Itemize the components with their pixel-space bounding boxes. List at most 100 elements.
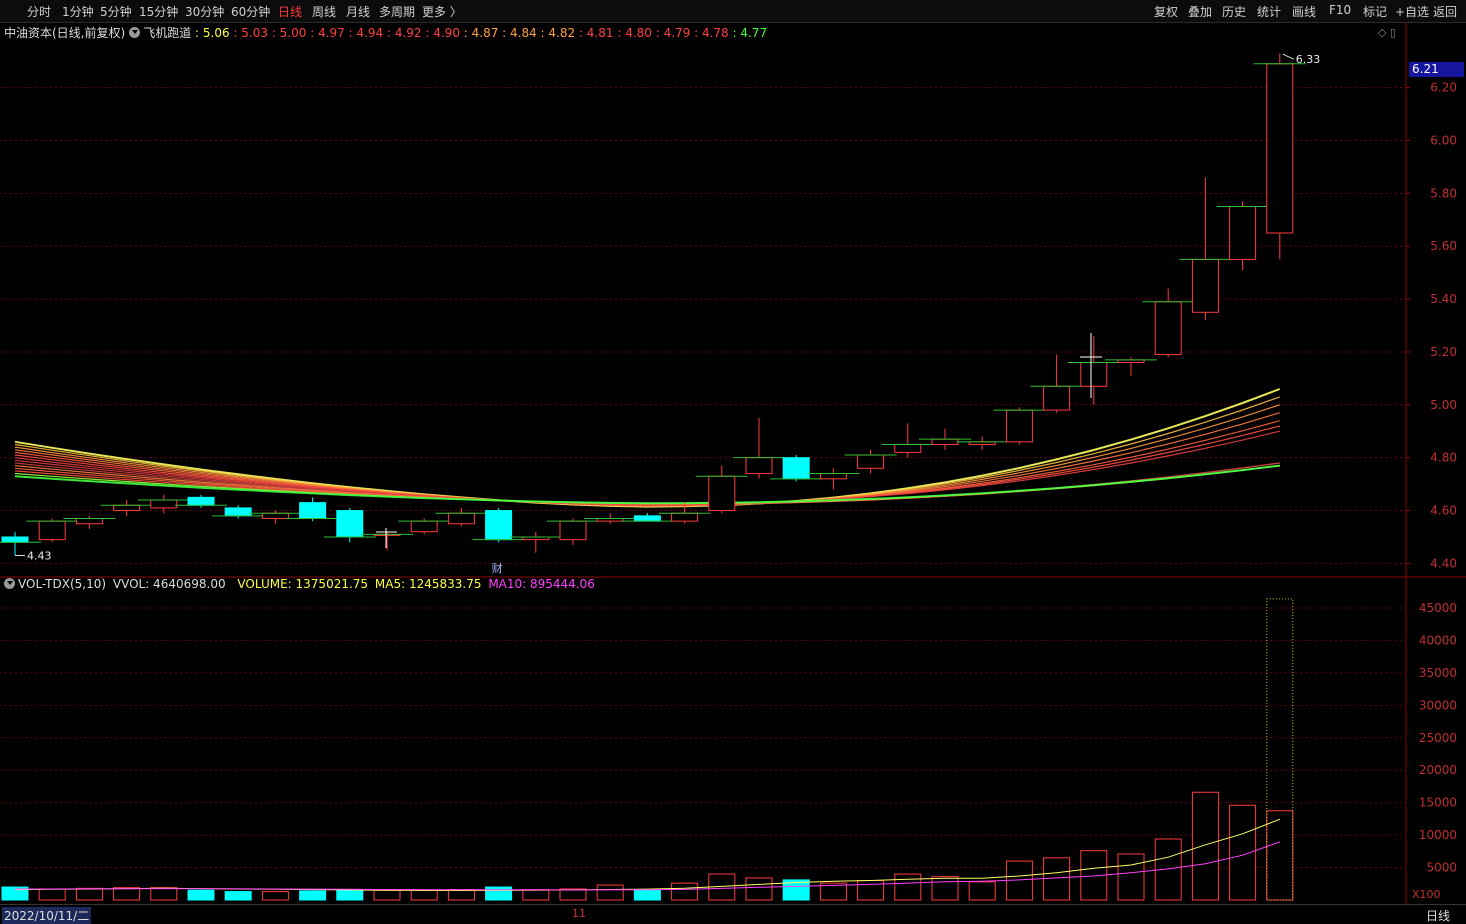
period-60min[interactable]: 60分钟 bbox=[231, 3, 270, 20]
indicator-value: : 4.84 bbox=[498, 26, 537, 40]
candle-body bbox=[38, 520, 66, 541]
tool-history[interactable]: 历史 bbox=[1222, 3, 1246, 20]
tool-stats[interactable]: 统计 bbox=[1257, 3, 1281, 20]
volume-bar bbox=[522, 889, 550, 901]
candle-body bbox=[1154, 301, 1182, 356]
indicator-value: : 4.80 bbox=[613, 26, 652, 40]
volume-unit-label: X100 bbox=[1412, 888, 1441, 901]
volume-bar bbox=[447, 889, 475, 901]
vol-indicator-name[interactable]: VOL-TDX(5,10) bbox=[18, 577, 106, 591]
indicator-name[interactable]: 飞机跑道 bbox=[143, 26, 191, 40]
time-axis: 2022/10/11/二 11 日线 bbox=[0, 904, 1466, 924]
candle-body bbox=[224, 507, 252, 517]
vvol-value: VVOL: 4640698.00 bbox=[112, 577, 226, 591]
tool-draw[interactable]: 画线 bbox=[1292, 3, 1316, 20]
period-30min[interactable]: 30分钟 bbox=[185, 3, 224, 20]
price-tick-label: 4.40 bbox=[1430, 556, 1457, 570]
period-15min[interactable]: 15分钟 bbox=[139, 3, 178, 20]
period-monthly[interactable]: 月线 bbox=[346, 3, 370, 20]
volume-bar bbox=[745, 877, 773, 901]
volume-bar bbox=[485, 886, 513, 901]
candle-body bbox=[1191, 258, 1219, 313]
volume-bar bbox=[113, 887, 141, 901]
volume-tick-label: 20000 bbox=[1419, 763, 1457, 777]
period-1min[interactable]: 1分钟 bbox=[62, 3, 94, 20]
diamond-icon[interactable]: ◇ bbox=[1378, 26, 1386, 39]
volume-bar bbox=[1266, 810, 1294, 901]
period-weekly[interactable]: 周线 bbox=[312, 3, 336, 20]
volume-bar bbox=[336, 889, 364, 901]
indicator-value: : 4.87 bbox=[459, 26, 499, 40]
candle-body bbox=[1043, 385, 1071, 411]
candle-body bbox=[410, 520, 438, 533]
candle-body bbox=[671, 512, 699, 522]
dropdown-icon[interactable] bbox=[4, 578, 15, 589]
candle-body bbox=[1266, 63, 1294, 234]
volume-bar bbox=[224, 891, 252, 901]
cursor-date: 2022/10/11/二 bbox=[2, 907, 92, 924]
candle-body bbox=[857, 454, 885, 469]
tool-back[interactable]: 返回 bbox=[1433, 3, 1457, 20]
tool-overlay[interactable]: 叠加 bbox=[1188, 3, 1212, 20]
tool-watchlist[interactable]: +自选 bbox=[1395, 3, 1429, 20]
indicator-value: : 4.77 bbox=[728, 26, 768, 40]
indicator-value: : 4.79 bbox=[651, 26, 691, 40]
tool-adjust[interactable]: 复权 bbox=[1154, 3, 1178, 20]
tool-f10[interactable]: F10 bbox=[1329, 3, 1351, 17]
indicator-value: : 4.92 bbox=[383, 26, 422, 40]
month-marker: 11 bbox=[572, 907, 586, 920]
candle-body bbox=[633, 515, 661, 522]
square-icon[interactable]: ▯ bbox=[1390, 26, 1396, 39]
price-legend: 中油资本(日线,前复权) 飞机跑道 : 5.06 : 5.03 : 5.00 : … bbox=[0, 24, 767, 40]
volume-bar bbox=[150, 887, 178, 901]
candle-body bbox=[1, 536, 29, 543]
panel-controls[interactable]: ◇ ▯ bbox=[1378, 26, 1396, 39]
candle-body bbox=[931, 438, 959, 445]
candle-body bbox=[559, 520, 587, 541]
volume-bar bbox=[931, 876, 959, 901]
period-more[interactable]: 更多 〉 bbox=[422, 3, 462, 20]
runway-band-line bbox=[14, 420, 1280, 507]
candle-body bbox=[782, 457, 810, 480]
period-toolbar: 分时 1分钟 5分钟 15分钟 30分钟 60分钟 日线 周线 月线 多周期 更… bbox=[0, 0, 1466, 23]
candle-body bbox=[299, 502, 327, 519]
period-intraday[interactable]: 分时 bbox=[27, 3, 51, 20]
price-tick-label: 4.60 bbox=[1430, 504, 1457, 518]
stock-title: 中油资本(日线,前复权) bbox=[4, 26, 126, 40]
volume-tick-label: 5000 bbox=[1426, 861, 1457, 875]
candle-body bbox=[1005, 409, 1033, 443]
volume-legend: VOL-TDX(5,10) VVOL: 4640698.00 VOLUME: 1… bbox=[0, 577, 595, 593]
volume-bar bbox=[38, 888, 66, 901]
indicator-value: : 4.78 bbox=[690, 26, 729, 40]
volume-bar bbox=[857, 880, 885, 901]
price-tick-label: 6.20 bbox=[1430, 81, 1457, 95]
candle-body bbox=[187, 496, 215, 506]
runway-band-line bbox=[14, 412, 1280, 507]
volume-bar bbox=[1191, 791, 1219, 901]
tool-mark[interactable]: 标记 bbox=[1363, 3, 1387, 20]
volume-bar bbox=[559, 888, 587, 901]
volume-bar bbox=[261, 891, 289, 901]
period-5min[interactable]: 5分钟 bbox=[100, 3, 132, 20]
candle-body bbox=[708, 475, 736, 512]
runway-band-line bbox=[14, 388, 1281, 508]
dropdown-icon[interactable] bbox=[129, 27, 141, 38]
kline-chart[interactable]: 6.20 6.00 5.80 5.60 5.40 5.20 5.00 4.80 4.60 4.40… bbox=[0, 22, 1466, 904]
indicator-value: : 4.82 bbox=[536, 26, 576, 40]
candle-body bbox=[485, 510, 513, 541]
candle-body bbox=[261, 512, 289, 519]
period-daily[interactable]: 日线 bbox=[278, 3, 302, 20]
indicator-value: : 5.03 bbox=[229, 26, 268, 40]
period-indicator[interactable]: 日线 bbox=[1426, 907, 1450, 924]
period-multi[interactable]: 多周期 bbox=[379, 3, 415, 20]
volume-tick-label: 15000 bbox=[1419, 796, 1457, 810]
indicator-value: : 5.06 bbox=[195, 26, 230, 40]
indicator-value: : 4.94 bbox=[344, 26, 384, 40]
volume-bar bbox=[633, 889, 661, 901]
volume-bar bbox=[1043, 857, 1071, 901]
volume-bar bbox=[1229, 804, 1257, 901]
price-tick-label: 5.20 bbox=[1430, 345, 1457, 359]
current-price-tag: 6.21 bbox=[1409, 62, 1464, 77]
volume-bar bbox=[1117, 853, 1145, 901]
volume-tick-label: 30000 bbox=[1419, 698, 1457, 712]
